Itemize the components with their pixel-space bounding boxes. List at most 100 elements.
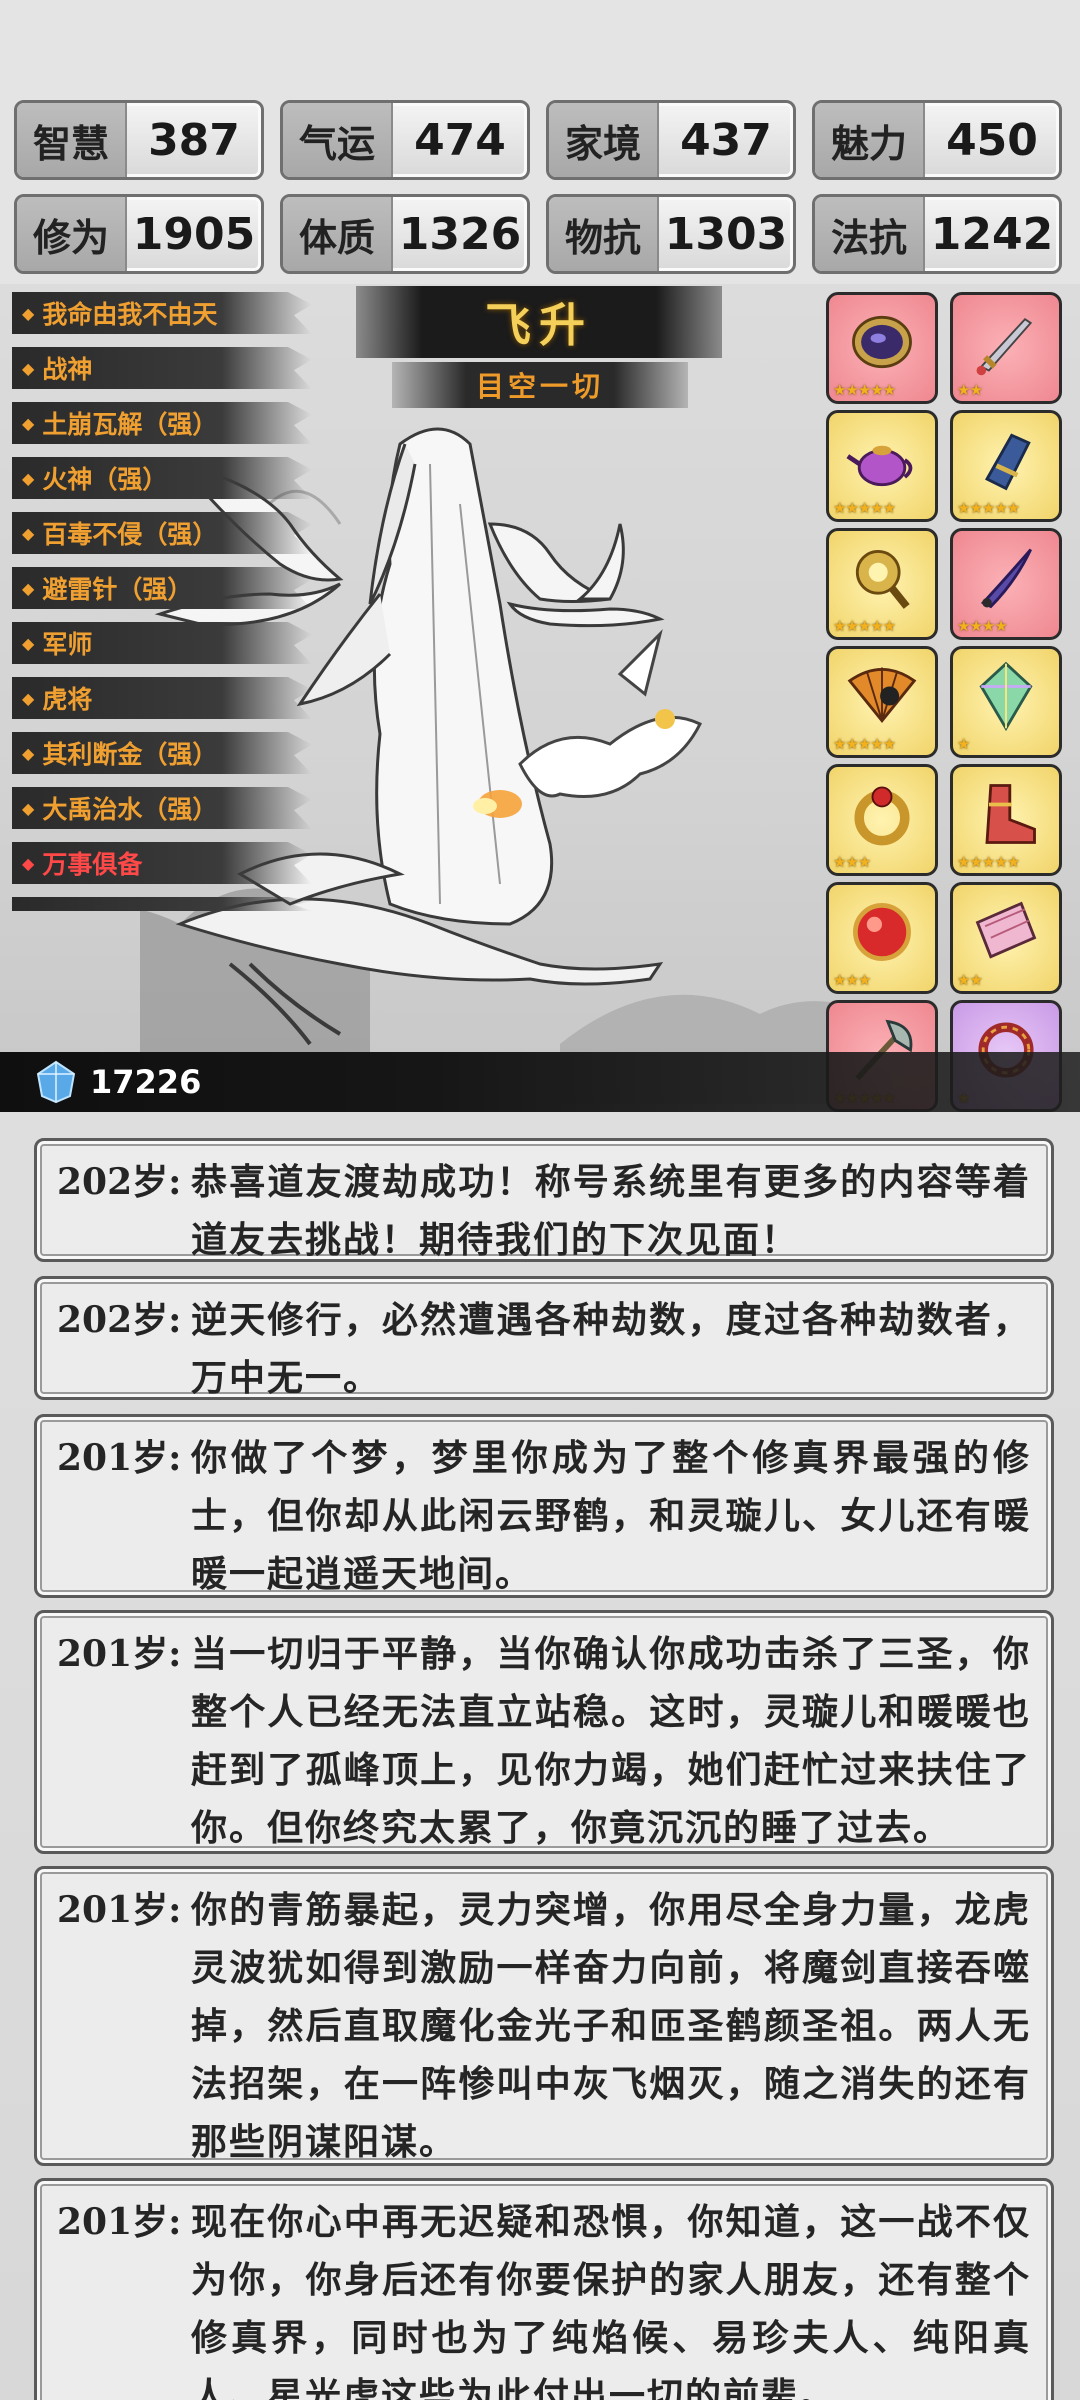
skill-item[interactable]: ◆ 火神（强） <box>12 457 312 499</box>
diamond-icon: ◆ <box>22 853 35 873</box>
rarity-stars: ★★★ <box>833 971 871 989</box>
skill-label: 虎将 <box>42 685 93 714</box>
stat-value: 1242 <box>930 208 1054 260</box>
stat-label: 气运 <box>283 103 393 177</box>
item-slot[interactable]: ★★ <box>950 292 1062 404</box>
skill-item[interactable]: ◆ 军师 <box>12 622 312 664</box>
skill-item[interactable]: ◆ 其利断金（强） <box>12 732 312 774</box>
event-log[interactable]: 202岁: 恭喜道友渡劫成功！称号系统里有更多的内容等着道友去挑战！期待我们的下… <box>0 1112 1080 2400</box>
log-text: 现在你心中再无迟疑和恐惧，你知道，这一战不仅为你，你身后还有你要保护的家人朋友，… <box>191 2201 1031 2400</box>
title-banner: 飞升 <box>356 286 722 358</box>
rarity-stars: ★ <box>957 735 970 753</box>
skill-item[interactable]: ◆ 百毒不侵（强） <box>12 512 312 554</box>
item-slot[interactable]: ★★★ <box>826 764 938 876</box>
stat-constitution: 体质 1326 <box>280 194 530 274</box>
stat-luck: 气运 474 <box>280 100 530 180</box>
item-slot[interactable]: ★★★★★ <box>950 410 1062 522</box>
item-slot[interactable]: ★★★★★ <box>826 528 938 640</box>
rarity-stars: ★★ <box>957 381 983 399</box>
skill-item[interactable]: ◆ 大禹治水（强） <box>12 787 312 829</box>
attribute-panel: 智慧 387 气运 474 家境 437 魅力 450 修为 1905 体质 1326 物抗… <box>14 100 1066 288</box>
skill-item[interactable]: ◆ 虎将 <box>12 677 312 719</box>
rarity-stars: ★★★★★ <box>833 499 896 517</box>
stat-label: 体质 <box>283 197 393 271</box>
stat-family: 家境 437 <box>546 100 796 180</box>
diamond-icon: ◆ <box>22 688 35 708</box>
skill-label: 避雷针（强） <box>42 575 193 604</box>
skill-item[interactable]: ◆ 战神 <box>12 347 312 389</box>
stat-value: 437 <box>680 114 772 166</box>
item-slot[interactable]: ★ <box>950 646 1062 758</box>
skill-label: 战神 <box>42 355 93 384</box>
skill-item[interactable]: ◆ 万事俱备 <box>12 842 312 884</box>
log-entry: 202岁: 逆天修行，必然遭遇各种劫数，度过各种劫数者，万中无一。 <box>34 1276 1054 1400</box>
mirror-icon <box>852 315 912 369</box>
log-entry: 201岁: 当一切归于平静，当你确认你成功击杀了三圣，你整个人已经无法直立站稳。… <box>34 1610 1054 1854</box>
fan-icon <box>847 667 917 723</box>
log-age: 201岁: <box>57 2201 182 2243</box>
diamond-icon: ◆ <box>22 468 35 488</box>
skill-list[interactable]: ◆ 我命由我不由天 ◆ 战神 ◆ 土崩瓦解（强） ◆ 火神（强） ◆ 百毒不侵（强） ◆ 避… <box>12 292 312 911</box>
item-slot[interactable]: ★★★★★ <box>826 646 938 758</box>
log-entry: 201岁: 你的青筋暴起，灵力突增，你用尽全身力量，龙虎灵波犹如得到激励一样奋力… <box>34 1866 1054 2166</box>
stat-value: 450 <box>946 114 1038 166</box>
log-text: 你做了个梦，梦里你成为了整个修真界最强的修士，但你却从此闲云野鹤，和灵璇儿、女儿… <box>191 1437 1031 1595</box>
diamond-icon: ◆ <box>22 413 35 433</box>
stat-row: 修为 1905 体质 1326 物抗 1303 法抗 1242 <box>14 194 1066 274</box>
skill-item[interactable]: ◆ 我命由我不由天 <box>12 292 312 334</box>
item-slot[interactable]: ★★ <box>950 882 1062 994</box>
rarity-stars: ★★★★★ <box>833 617 896 635</box>
teapot-icon <box>846 445 913 487</box>
log-entry: 202岁: 恭喜道友渡劫成功！称号系统里有更多的内容等着道友去挑战！期待我们的下… <box>34 1138 1054 1262</box>
item-slot[interactable]: ★★★★ <box>950 528 1062 640</box>
rarity-stars: ★★★★★ <box>833 381 896 399</box>
crystal-icon <box>979 661 1033 732</box>
log-text: 当一切归于平静，当你确认你成功击杀了三圣，你整个人已经无法直立站稳。这时，灵璇儿… <box>191 1633 1031 1849</box>
skill-label: 土崩瓦解（强） <box>42 410 218 439</box>
item-slot[interactable]: ★★★★★ <box>950 764 1062 876</box>
sword-icon <box>976 317 1033 376</box>
log-text: 恭喜道友渡劫成功！称号系统里有更多的内容等着道友去挑战！期待我们的下次见面！ <box>191 1161 1031 1261</box>
rarity-stars: ★★★ <box>833 853 871 871</box>
log-entry: 201岁: 现在你心中再无迟疑和恐惧，你知道，这一战不仅为你，你身后还有你要保护… <box>34 2178 1054 2400</box>
rarity-stars: ★★ <box>957 971 983 989</box>
skill-label: 火神（强） <box>42 465 168 494</box>
stat-wisdom: 智慧 387 <box>14 100 264 180</box>
equipment-grid: ★★★★★ ★★ ★★★★★ ★★★★★ ★★★★★ ★★★★ ★★★★★ ★ <box>826 292 1066 1112</box>
skill-item[interactable]: ◆ 避雷针（强） <box>12 567 312 609</box>
stat-label: 修为 <box>17 197 127 271</box>
skill-item[interactable]: ◆ 土崩瓦解（强） <box>12 402 312 444</box>
skill-label: 军师 <box>42 630 93 659</box>
blade-icon <box>980 548 1032 609</box>
stat-label: 法抗 <box>815 197 925 271</box>
currency-amount: 17226 <box>90 1063 202 1101</box>
diamond-icon: ◆ <box>22 523 35 543</box>
stat-magic-resist: 法抗 1242 <box>812 194 1062 274</box>
log-text: 逆天修行，必然遭遇各种劫数，度过各种劫数者，万中无一。 <box>191 1299 1031 1399</box>
log-age: 201岁: <box>57 1437 182 1479</box>
ring-icon <box>854 786 910 846</box>
character-scene: ◆ 我命由我不由天 ◆ 战神 ◆ 土崩瓦解（强） ◆ 火神（强） ◆ 百毒不侵（强） ◆ 避… <box>0 284 1080 1112</box>
skill-item-partial[interactable] <box>12 897 312 911</box>
item-slot[interactable]: ★★★ <box>826 882 938 994</box>
log-text: 你的青筋暴起，灵力突增，你用尽全身力量，龙虎灵波犹如得到激励一样奋力向前，将魔剑… <box>191 1889 1031 2163</box>
rarity-stars: ★★★★ <box>957 617 1008 635</box>
gem-icon <box>36 1060 76 1104</box>
rarity-stars: ★★★★★ <box>833 735 896 753</box>
diamond-icon: ◆ <box>22 358 35 378</box>
skill-label: 其利断金（强） <box>42 740 218 769</box>
rarity-stars: ★★★★★ <box>957 853 1020 871</box>
log-age: 201岁: <box>57 1633 182 1675</box>
gauntlet-icon <box>985 433 1031 491</box>
boot-icon <box>985 784 1036 844</box>
log-entry: 201岁: 你做了个梦，梦里你成为了整个修真界最强的修士，但你却从此闲云野鹤，和… <box>34 1414 1054 1598</box>
stat-value: 1303 <box>664 208 788 260</box>
stat-row: 智慧 387 气运 474 家境 437 魅力 450 <box>14 100 1066 180</box>
diamond-icon: ◆ <box>22 743 35 763</box>
item-slot[interactable]: ★★★★★ <box>826 410 938 522</box>
stat-value: 387 <box>148 114 240 166</box>
title-subtitle: 目空一切 <box>392 362 688 408</box>
item-slot[interactable]: ★★★★★ <box>826 292 938 404</box>
stat-label: 家境 <box>549 103 659 177</box>
diamond-icon: ◆ <box>22 578 35 598</box>
